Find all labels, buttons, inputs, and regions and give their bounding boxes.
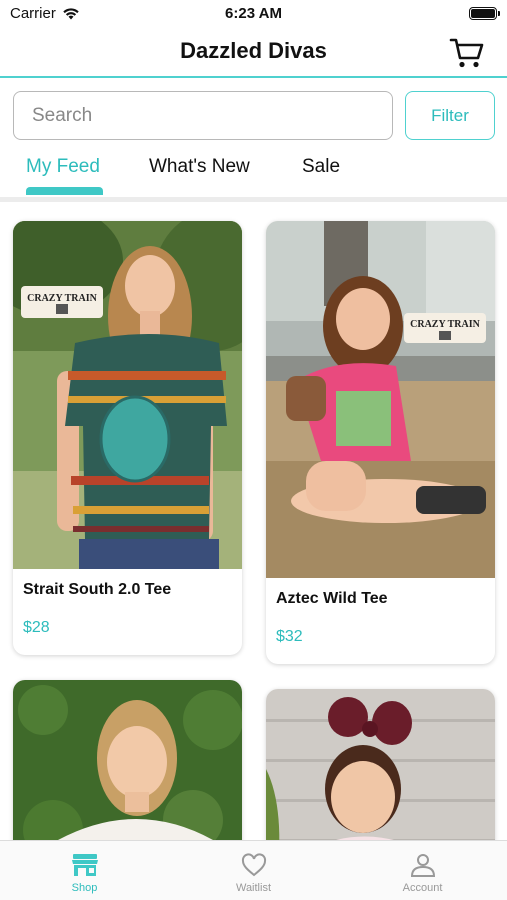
- tab-bar-account[interactable]: Account: [338, 841, 507, 900]
- brand-logo: CRAZY TRAIN: [410, 319, 481, 330]
- status-bar: Carrier 6:23 AM: [0, 0, 507, 28]
- heart-icon: [241, 853, 266, 877]
- product-price: $32: [276, 628, 303, 645]
- search-placeholder: Search: [32, 104, 93, 126]
- feed-tabs: My Feed What's New Sale: [0, 148, 507, 198]
- product-name: Strait South 2.0 Tee: [23, 581, 172, 598]
- storefront-icon: [71, 854, 98, 876]
- product-name: Aztec Wild Tee: [276, 590, 388, 607]
- brand-logo: CRAZY TRAIN: [27, 293, 98, 304]
- nav-header: Dazzled Divas: [0, 28, 507, 78]
- battery-icon: [469, 7, 500, 20]
- cart-icon[interactable]: [449, 36, 485, 70]
- person-icon: [410, 854, 435, 877]
- product-image[interactable]: CRAZY TRAIN: [266, 221, 495, 578]
- bottom-tab-bar: Shop Waitlist Account: [0, 840, 507, 900]
- tabs-divider: [0, 197, 507, 202]
- tab-bar-label: Shop: [71, 882, 98, 894]
- tab-bar-shop[interactable]: Shop: [0, 841, 169, 900]
- active-tab-indicator: [26, 187, 103, 195]
- tab-bar-waitlist[interactable]: Waitlist: [169, 841, 338, 900]
- product-card[interactable]: CRAZY TRAIN Aztec Wild Tee $32: [266, 221, 495, 664]
- product-image[interactable]: CRAZY TRAIN: [13, 221, 242, 569]
- tab-sale[interactable]: Sale: [302, 156, 340, 178]
- tab-whats-new[interactable]: What's New: [149, 156, 250, 178]
- tab-bar-label: Waitlist: [235, 882, 272, 894]
- status-time: 6:23 AM: [225, 5, 282, 22]
- filter-button[interactable]: Filter: [405, 91, 495, 140]
- app-title: Dazzled Divas: [180, 38, 327, 63]
- product-price: $28: [23, 619, 50, 636]
- search-input[interactable]: Search: [13, 91, 393, 140]
- tab-my-feed[interactable]: My Feed: [26, 156, 100, 178]
- tab-bar-label: Account: [402, 882, 443, 894]
- product-card[interactable]: CRAZY TRAIN Strait South 2.0 Tee $28: [13, 221, 242, 655]
